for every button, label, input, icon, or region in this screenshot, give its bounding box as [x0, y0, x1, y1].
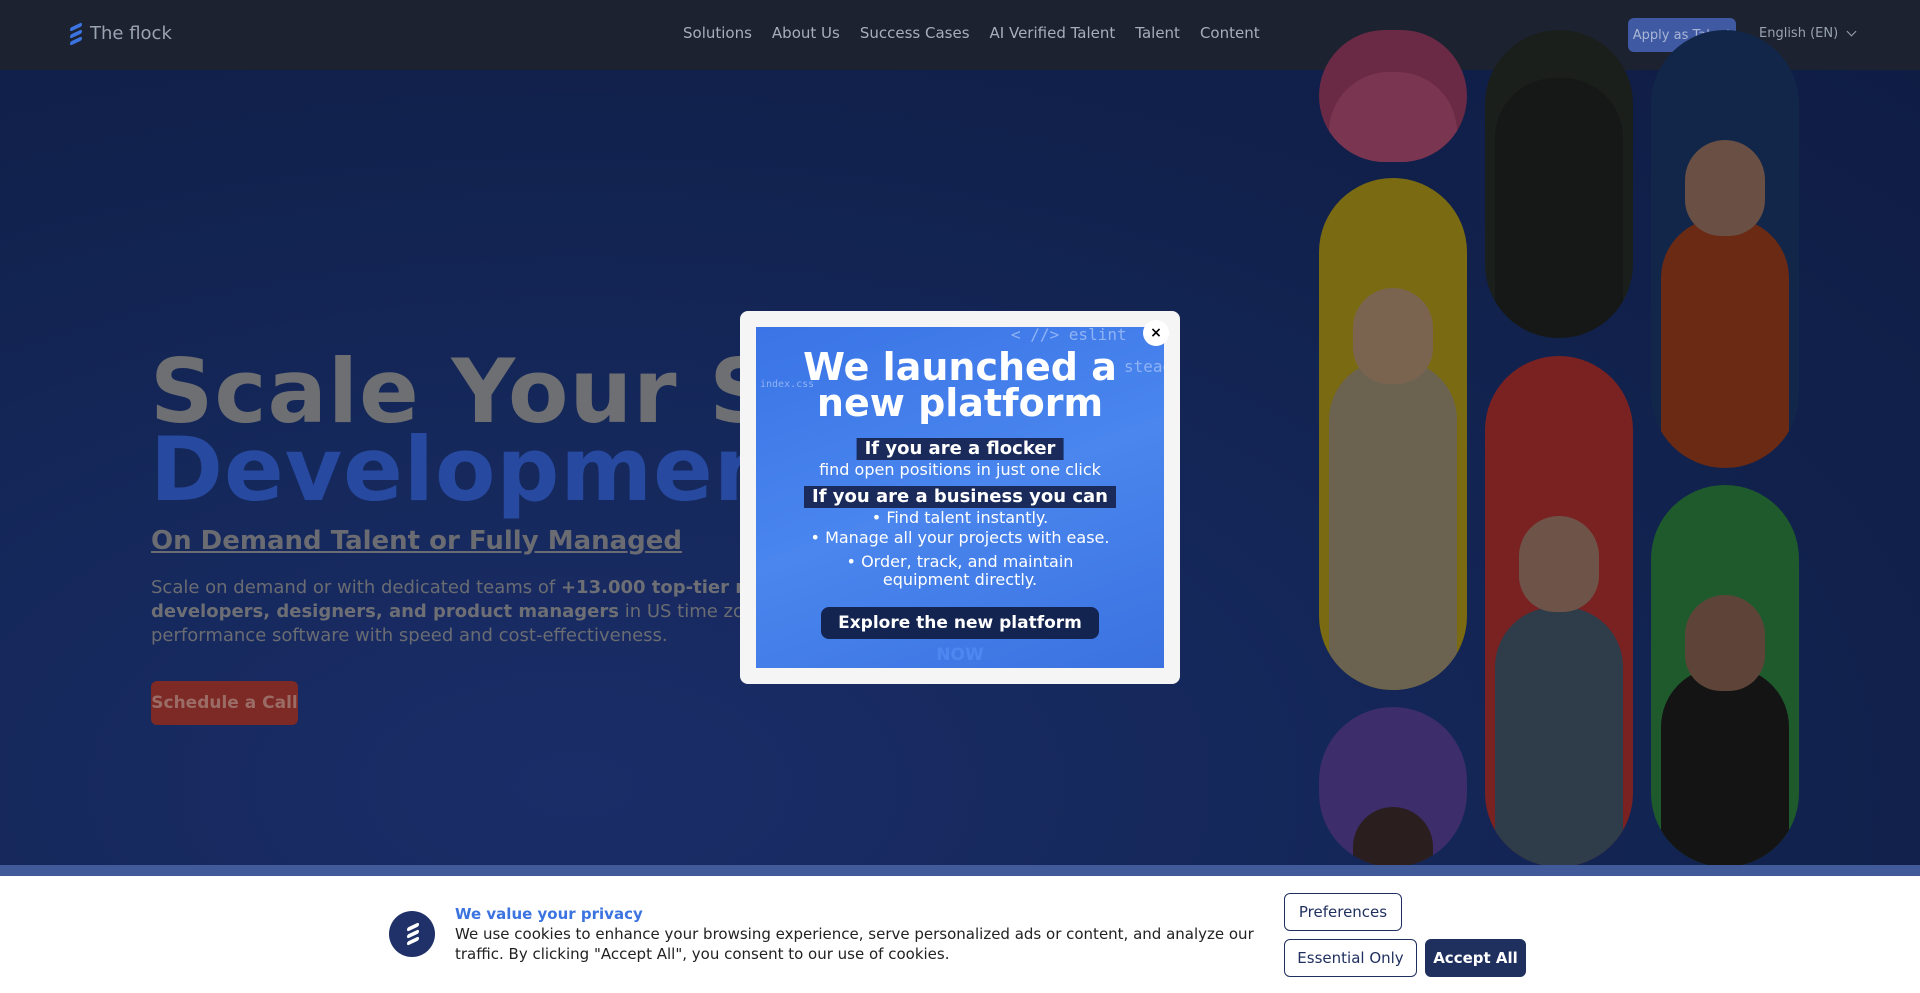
promo-banner[interactable]: < //> eslint index.css stead We launched… — [756, 327, 1164, 668]
promo-heading: We launched a new platform — [756, 345, 1164, 425]
bullet-equipment-cont: equipment directly. — [882, 570, 1038, 589]
schedule-call-button[interactable]: Schedule a Call — [151, 681, 298, 725]
hero-subtitle-link[interactable]: On Demand Talent or Fully Managed — [151, 526, 682, 556]
brand-name: The flock — [90, 22, 172, 44]
accept-all-button[interactable]: Accept All — [1425, 939, 1526, 977]
explore-platform-button[interactable]: Explore the new platform NOW — [821, 607, 1099, 665]
brand-logo[interactable]: The flock — [70, 22, 172, 46]
chevron-down-icon — [1846, 26, 1857, 37]
talent-photo — [1319, 30, 1467, 162]
language-label: English (EN) — [1759, 26, 1839, 41]
preferences-button[interactable]: Preferences — [1284, 893, 1402, 931]
talent-photo — [1319, 178, 1467, 690]
business-tag: If you are a business you can — [804, 486, 1116, 508]
flock-logo-icon — [389, 911, 435, 957]
talent-photo — [1651, 485, 1799, 867]
nav-success-cases[interactable]: Success Cases — [860, 24, 970, 42]
bullet-equipment: • Order, track, and maintain — [846, 552, 1074, 571]
cookie-text: We use cookies to enhance your browsing … — [455, 925, 1254, 963]
cookie-title: We value your privacy — [455, 905, 643, 923]
talent-photo — [1485, 356, 1633, 867]
promo-heading-line1: We launched a — [803, 345, 1117, 389]
flocker-tag: If you are a flocker — [856, 438, 1064, 460]
nav-talent[interactable]: Talent — [1135, 24, 1180, 42]
talent-photo — [1651, 30, 1799, 468]
code-decoration: < //> eslint — [1011, 327, 1127, 344]
top-navbar: The flock Solutions About Us Success Cas… — [0, 0, 1920, 70]
nav-ai-verified-talent[interactable]: AI Verified Talent — [990, 24, 1116, 42]
main-nav: Solutions About Us Success Cases AI Veri… — [683, 24, 1260, 42]
desc-text: Scale on demand or with dedicated teams … — [151, 577, 561, 598]
bullet-manage-projects: • Manage all your projects with ease. — [810, 528, 1110, 547]
promo-modal: < //> eslint index.css stead We launched… — [740, 311, 1180, 684]
nav-solutions[interactable]: Solutions — [683, 24, 752, 42]
flock-logo-icon — [70, 22, 82, 46]
bullet-find-talent: • Find talent instantly. — [871, 508, 1049, 527]
promo-heading-line2: new platform — [816, 381, 1104, 425]
cookie-banner: We value your privacy We use cookies to … — [0, 876, 1920, 993]
talent-photo — [1485, 30, 1633, 338]
nav-content[interactable]: Content — [1200, 24, 1260, 42]
hero-title-line2: Development — [150, 418, 821, 521]
language-selector[interactable]: English (EN) — [1759, 26, 1857, 41]
cookie-banner-top-strip — [0, 865, 1920, 876]
close-icon[interactable]: × — [1143, 320, 1169, 346]
talent-photo — [1319, 707, 1467, 867]
flocker-text: find open positions in just one click — [819, 460, 1101, 479]
explore-label: Explore the new platform — [838, 613, 1082, 633]
explore-now: NOW — [936, 645, 984, 665]
essential-only-button[interactable]: Essential Only — [1284, 939, 1417, 977]
nav-about-us[interactable]: About Us — [772, 24, 840, 42]
